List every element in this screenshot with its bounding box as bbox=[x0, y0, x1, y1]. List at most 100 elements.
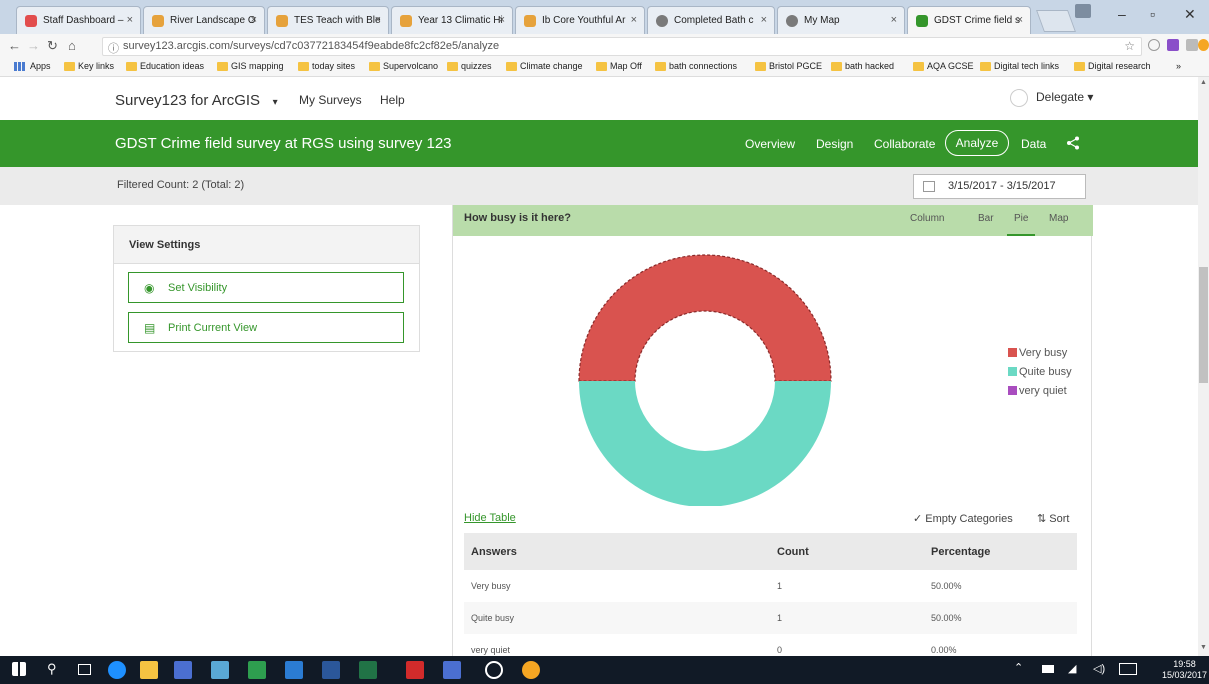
bookmark-folder[interactable]: Supervolcano bbox=[369, 61, 438, 71]
tab-data[interactable]: Data bbox=[1021, 137, 1046, 151]
scroll-down-icon[interactable]: ▼ bbox=[1200, 644, 1207, 651]
more-bookmarks-button[interactable]: » bbox=[1176, 61, 1181, 71]
tab-design[interactable]: Design bbox=[816, 137, 853, 151]
extension-icon[interactable] bbox=[1186, 39, 1198, 51]
battery-icon[interactable] bbox=[1042, 665, 1054, 673]
close-icon[interactable]: × bbox=[127, 14, 133, 26]
volume-icon[interactable]: ◁) bbox=[1093, 662, 1105, 675]
file-explorer-icon[interactable] bbox=[140, 661, 158, 679]
home-icon[interactable]: ⌂ bbox=[68, 38, 76, 53]
close-icon[interactable]: × bbox=[375, 14, 381, 26]
word-icon[interactable] bbox=[322, 661, 340, 679]
system-clock[interactable]: 19:58 15/03/2017 bbox=[1162, 659, 1207, 681]
close-icon[interactable]: × bbox=[761, 14, 767, 26]
bookmark-folder[interactable]: Climate change bbox=[506, 61, 583, 71]
pie-slice-very-busy[interactable] bbox=[578, 254, 832, 382]
minimize-icon[interactable]: – bbox=[1118, 6, 1126, 22]
browser-tab[interactable]: My Map × bbox=[777, 6, 905, 34]
legend-item[interactable]: Quite busy bbox=[1008, 366, 1072, 378]
url-field[interactable]: ⓘ survey123.arcgis.com/surveys/cd7c03772… bbox=[102, 37, 1142, 56]
page-scrollbar[interactable]: ▲ ▼ bbox=[1198, 77, 1209, 656]
back-icon[interactable]: ← bbox=[8, 38, 21, 53]
browser-tab[interactable]: Year 13 Climatic Hi × bbox=[391, 6, 513, 34]
folder-icon bbox=[913, 62, 924, 71]
close-icon[interactable]: × bbox=[1017, 14, 1023, 26]
help-link[interactable]: Help bbox=[380, 93, 405, 107]
chart-tab-bar[interactable]: Bar bbox=[978, 213, 994, 224]
answer-cell: very quiet bbox=[471, 645, 511, 655]
task-view-icon[interactable] bbox=[78, 664, 91, 675]
browser-tab[interactable]: Ib Core Youthful Ar × bbox=[515, 6, 645, 34]
share-icon[interactable] bbox=[1066, 136, 1080, 150]
browser-tab[interactable]: Staff Dashboard – × bbox=[16, 6, 141, 34]
my-surveys-link[interactable]: My Surveys bbox=[299, 93, 362, 107]
scrollbar-thumb[interactable] bbox=[1199, 267, 1208, 383]
chart-tab-pie[interactable]: Pie bbox=[1014, 213, 1028, 224]
apps-bookmark[interactable]: Apps bbox=[14, 61, 51, 71]
close-window-icon[interactable]: ✕ bbox=[1184, 6, 1196, 23]
chart-tab-column[interactable]: Column bbox=[910, 213, 944, 224]
date-range-picker[interactable]: 3/15/2017 - 3/15/2017 bbox=[913, 174, 1086, 199]
edge-browser-icon[interactable] bbox=[108, 661, 126, 679]
browser-tab[interactable]: TES Teach with Ble × bbox=[267, 6, 389, 34]
media-app-icon[interactable] bbox=[485, 661, 503, 679]
user-menu[interactable]: Delegate ▾ bbox=[1010, 89, 1093, 107]
onenote-extension-icon[interactable] bbox=[1167, 39, 1179, 51]
search-icon[interactable]: ⚲ bbox=[47, 661, 57, 677]
browser-tab-active[interactable]: GDST Crime field s × bbox=[907, 6, 1031, 34]
bookmark-folder[interactable]: AQA GCSE bbox=[913, 61, 974, 71]
alert-icon[interactable] bbox=[1198, 39, 1209, 51]
tab-collaborate[interactable]: Collaborate bbox=[874, 137, 935, 151]
bookmark-folder[interactable]: GIS mapping bbox=[217, 61, 284, 71]
bookmark-folder[interactable]: Map Off bbox=[596, 61, 642, 71]
reload-icon[interactable]: ↻ bbox=[47, 38, 58, 54]
legend-item[interactable]: Very busy bbox=[1008, 347, 1067, 359]
set-visibility-button[interactable]: ◉ Set Visibility bbox=[128, 272, 404, 303]
maximize-icon[interactable]: ▫ bbox=[1150, 6, 1155, 22]
chrome-browser-icon[interactable] bbox=[522, 661, 540, 679]
network-icon[interactable]: ◢ bbox=[1068, 662, 1076, 675]
windows-start-icon[interactable] bbox=[12, 662, 26, 676]
sims-app-icon[interactable] bbox=[443, 661, 461, 679]
publisher-icon[interactable] bbox=[248, 661, 266, 679]
excel-icon[interactable] bbox=[359, 661, 377, 679]
acrobat-icon[interactable] bbox=[406, 661, 424, 679]
bookmark-folder[interactable]: Key links bbox=[64, 61, 114, 71]
tab-overview[interactable]: Overview bbox=[745, 137, 795, 151]
outlook-icon[interactable] bbox=[285, 661, 303, 679]
legend-item[interactable]: very quiet bbox=[1008, 385, 1067, 397]
bookmark-folder[interactable]: today sites bbox=[298, 61, 355, 71]
sort-button[interactable]: ⇅ Sort bbox=[1037, 512, 1069, 525]
app-icon[interactable] bbox=[211, 661, 229, 679]
close-icon[interactable]: × bbox=[891, 14, 897, 26]
bookmark-folder[interactable]: bath connections bbox=[655, 61, 737, 71]
close-icon[interactable]: × bbox=[631, 14, 637, 26]
info-icon[interactable]: ⓘ bbox=[108, 40, 119, 56]
app-brand[interactable]: Survey123 for ArcGIS ▾ bbox=[115, 92, 278, 109]
close-icon[interactable]: × bbox=[499, 14, 505, 26]
empty-categories-toggle[interactable]: ✓ Empty Categories bbox=[913, 512, 1013, 525]
bookmark-folder[interactable]: Digital tech links bbox=[980, 61, 1059, 71]
browser-tab[interactable]: Completed Bath c × bbox=[647, 6, 775, 34]
hide-table-link[interactable]: Hide Table bbox=[464, 512, 516, 524]
user-profile-icon[interactable] bbox=[1075, 4, 1091, 18]
bookmark-folder[interactable]: Education ideas bbox=[126, 61, 204, 71]
sims-app-icon[interactable] bbox=[174, 661, 192, 679]
bookmark-folder[interactable]: Digital research bbox=[1074, 61, 1151, 71]
forward-icon[interactable]: → bbox=[27, 38, 40, 53]
pie-slice-quite-busy[interactable] bbox=[579, 381, 831, 506]
tab-analyze[interactable]: Analyze bbox=[945, 130, 1009, 156]
print-view-button[interactable]: ▤ Print Current View bbox=[128, 312, 404, 343]
extension-icon[interactable] bbox=[1148, 39, 1160, 51]
tray-expand-icon[interactable]: ⌃ bbox=[1014, 661, 1023, 674]
browser-tab[interactable]: River Landscape O × bbox=[143, 6, 265, 34]
star-icon[interactable]: ☆ bbox=[1124, 39, 1135, 53]
bookmark-folder[interactable]: bath hacked bbox=[831, 61, 894, 71]
scroll-up-icon[interactable]: ▲ bbox=[1200, 79, 1207, 86]
bookmark-folder[interactable]: quizzes bbox=[447, 61, 492, 71]
close-icon[interactable]: × bbox=[251, 14, 257, 26]
chart-tab-map[interactable]: Map bbox=[1049, 213, 1068, 224]
keyboard-icon[interactable] bbox=[1119, 663, 1137, 675]
new-tab-button[interactable] bbox=[1035, 10, 1077, 32]
bookmark-folder[interactable]: Bristol PGCE bbox=[755, 61, 822, 71]
